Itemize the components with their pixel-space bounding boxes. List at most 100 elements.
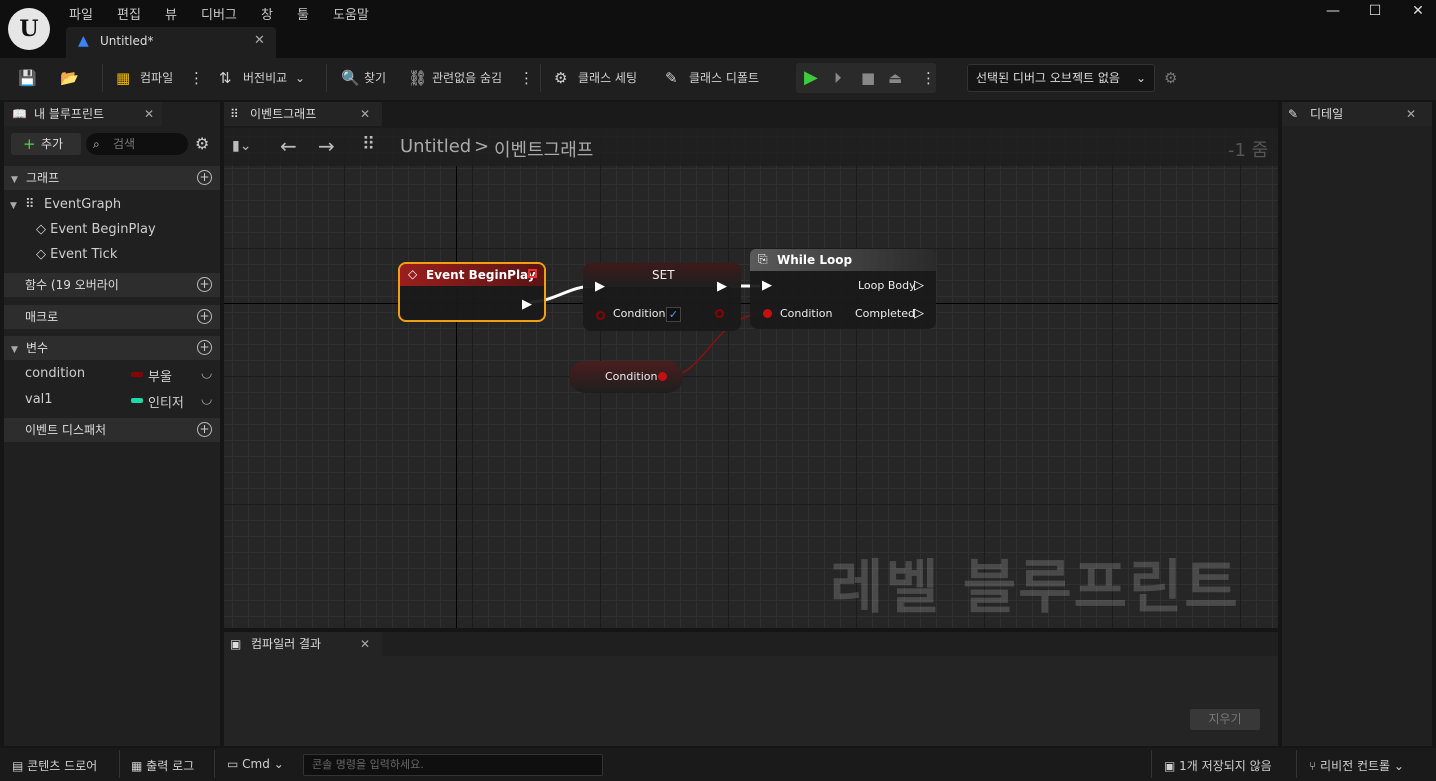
compile-button[interactable]: 컴파일 [140,66,173,90]
tab-event-graph[interactable]: ⠿ 이벤트그래프 ✕ [224,102,382,126]
exec-out-pin-icon[interactable]: ▷ [914,306,924,321]
chevron-down-icon: ⌄ [1135,71,1146,85]
eye-icon[interactable]: ◡ [201,392,212,407]
exec-out-pin-icon[interactable]: ▶ [717,279,727,294]
hide-unrelated-icon[interactable]: ⛓ [408,66,427,90]
more-options-icon[interactable]: ⋮ [189,66,204,90]
menu-file[interactable]: 파일 [69,4,93,23]
add-function-icon[interactable]: + [197,277,212,292]
debug-filter-icon[interactable]: ⚙ [1164,66,1177,90]
cmd-select[interactable]: ▭ Cmd ⌄ [227,757,284,771]
section-functions[interactable]: 함수 (19 오버라이 + [4,273,220,297]
compile-icon[interactable]: ▦ [116,66,130,90]
more-options-icon[interactable]: ⋮ [519,66,534,90]
add-dispatcher-icon[interactable]: + [197,422,212,437]
bool-out-pin-icon[interactable] [715,309,724,318]
close-icon[interactable]: ✕ [254,33,265,48]
document-tab-label: Untitled* [100,34,154,48]
tab-details[interactable]: ✎ 디테일 ✕ [1282,102,1432,126]
exec-out-pin-icon[interactable]: ▷ [914,278,924,293]
tree-item-event-tick[interactable]: ◇ Event Tick [36,247,117,262]
node-title: While Loop [777,253,853,267]
document-tab[interactable]: ▲ Untitled* ✕ [66,27,276,58]
add-graph-icon[interactable]: + [197,170,212,185]
clear-button[interactable]: 지우기 [1190,709,1260,730]
menu-debug[interactable]: 디버그 [201,4,237,23]
delegate-pin-icon[interactable] [528,269,537,278]
section-variables[interactable]: ▼ 변수 + [4,336,220,360]
tree-item-eventgraph-label: EventGraph [44,197,122,212]
close-icon[interactable]: ✕ [360,102,370,126]
book-icon: 📖 [12,107,27,121]
add-macro-icon[interactable]: + [197,309,212,324]
output-log-label: 출력 로그 [146,759,195,773]
node-event-beginplay[interactable]: ◇ Event BeginPlay ▶ [398,262,546,322]
section-graphs[interactable]: ▼ 그래프 + [4,166,220,190]
node-while-loop[interactable]: ⎘ While Loop ▶ Loop Body ▷ Condition Com… [750,249,936,329]
menu-edit[interactable]: 편집 [117,4,141,23]
output-log-button[interactable]: ▦ 출력 로그 [131,757,194,774]
save-icon[interactable]: 💾 [18,66,37,90]
stop-icon[interactable]: ■ [861,66,875,90]
menu-tools[interactable]: 툴 [297,4,309,23]
maximize-icon[interactable]: ☐ [1360,3,1390,23]
bool-out-pin-icon[interactable] [658,372,667,381]
bool-in-pin-icon[interactable] [763,309,772,318]
browse-icon[interactable]: 📂 [60,66,79,90]
more-options-icon[interactable]: ⋮ [921,66,936,90]
tab-my-blueprint[interactable]: 📖 내 블루프린트 ✕ [4,102,162,126]
add-button[interactable]: + 추가 [11,133,81,155]
close-icon[interactable]: ✕ [360,632,370,656]
search-input[interactable]: ⌕ 검색 [86,133,188,155]
event-diamond-icon: ◇ [36,222,46,237]
find-button[interactable]: 찾기 [364,66,386,90]
chevron-down-icon[interactable]: ⌄ [295,66,305,90]
eject-icon[interactable]: ⏏ [888,66,902,90]
menu-help[interactable]: 도움말 [333,4,369,23]
node-get-condition[interactable]: Condition [569,361,683,393]
hide-unrelated-button[interactable]: 관련없음 숨김 [432,66,502,90]
unsaved-icon: ▣ [1164,759,1176,773]
eye-icon[interactable]: ◡ [201,366,212,381]
variable-row[interactable]: val1 인티저 ◡ [25,392,215,411]
section-event-dispatchers[interactable]: 이벤트 디스패처 + [4,418,220,442]
unsaved-button[interactable]: ▣ 1개 저장되지 않음 [1164,757,1272,774]
unreal-logo-icon[interactable]: U [8,8,50,50]
node-set[interactable]: SET ▶ ▶ Condition ✓ [583,263,741,331]
tree-item-event-beginplay[interactable]: ◇ Event BeginPlay [36,222,156,237]
folder-icon: ▤ [12,759,24,773]
class-settings-button[interactable]: 클래스 세팅 [578,66,637,90]
close-icon[interactable]: ✕ [144,102,154,126]
play-icon[interactable]: ▶ [804,66,818,90]
close-icon[interactable]: ✕ [1406,102,1416,126]
content-drawer-button[interactable]: ▤ 콘텐츠 드로어 [12,757,97,774]
class-defaults-button[interactable]: 클래스 디폴트 [689,66,759,90]
exec-in-pin-icon[interactable]: ▶ [762,278,772,293]
node-title: SET [652,268,675,282]
console-input[interactable]: 콘솔 명령을 입력하세요. [303,754,603,776]
condition-checkbox[interactable]: ✓ [666,307,681,322]
minimize-icon[interactable]: — [1318,3,1348,23]
section-macros[interactable]: 매크로 + [4,305,220,329]
gear-icon[interactable]: ⚙ [554,66,567,90]
debug-object-select[interactable]: 선택된 디버그 오브젝트 없음 ⌄ [967,64,1155,92]
diff-icon[interactable]: ⇅ [219,66,232,90]
exec-out-pin-icon[interactable]: ▶ [522,297,532,312]
exec-in-pin-icon[interactable]: ▶ [595,279,605,294]
menu-window[interactable]: 창 [261,4,273,23]
settings-gear-icon[interactable]: ⚙ [195,134,209,153]
menu-view[interactable]: 뷰 [165,4,177,23]
find-icon[interactable]: 🔍 [341,66,360,90]
tree-item-eventgraph[interactable]: ▼ ⠿ EventGraph [10,197,121,212]
tab-compiler-results[interactable]: ▣ 컴파일러 결과 ✕ [224,632,382,656]
macro-icon: ⎘ [758,252,768,266]
step-icon[interactable]: ⏵ [834,66,842,90]
add-variable-icon[interactable]: + [197,340,212,355]
pencil-icon[interactable]: ✎ [665,66,678,90]
bool-in-pin-icon[interactable] [596,311,605,320]
diff-button[interactable]: 버전비교 [243,66,287,90]
variable-name: condition [25,366,86,381]
variable-row[interactable]: condition 부울 ◡ [25,366,215,385]
revision-control-button[interactable]: ⑂ 리비전 컨트롤 ⌄ [1309,757,1404,774]
close-window-icon[interactable]: ✕ [1403,3,1433,23]
